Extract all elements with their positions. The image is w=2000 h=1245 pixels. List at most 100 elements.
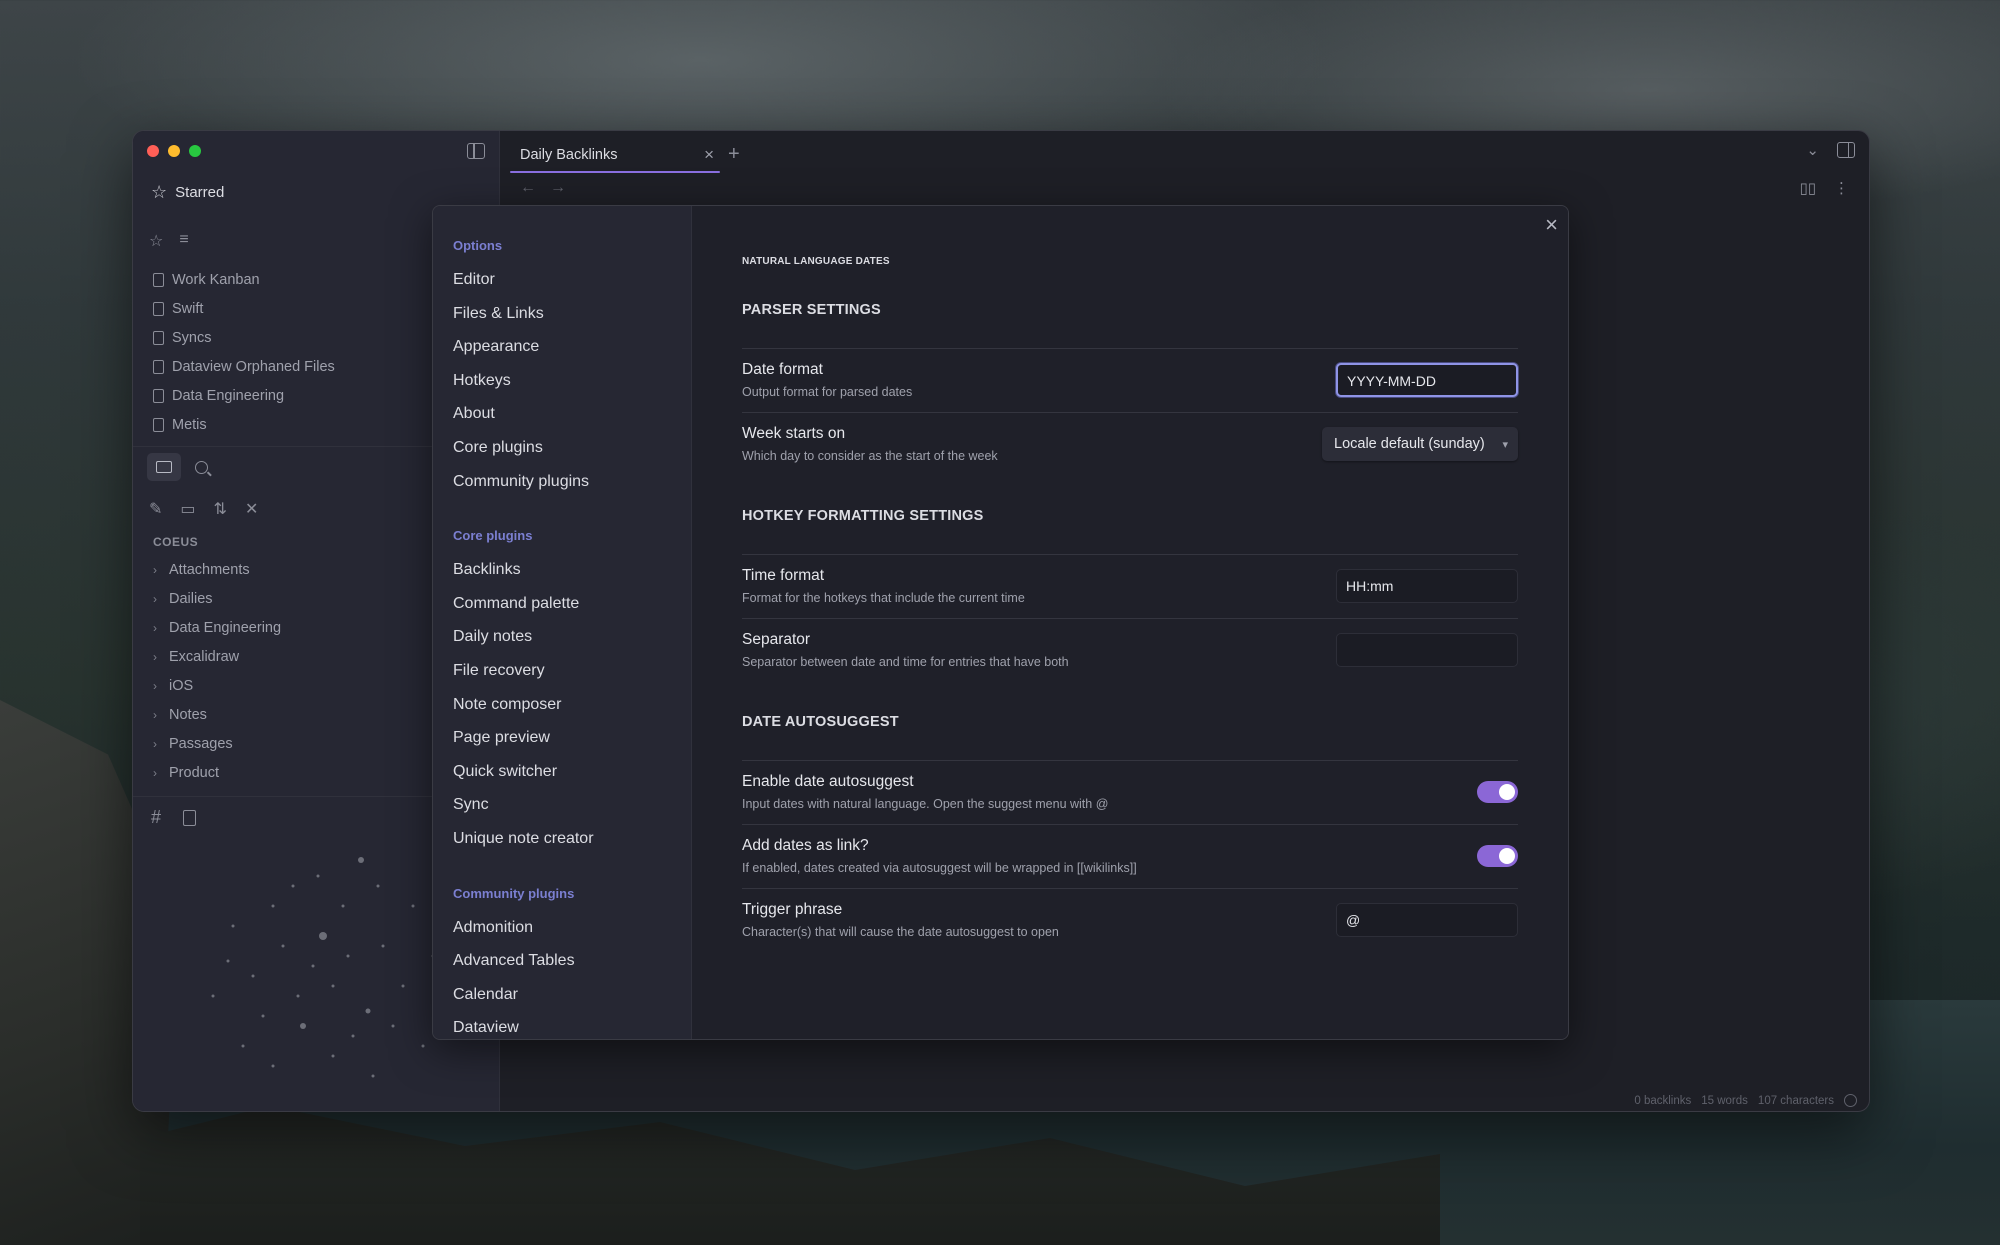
setting-description: Output format for parsed dates: [742, 385, 913, 399]
zoom-window-button[interactable]: [189, 145, 201, 157]
dates-as-link-toggle[interactable]: [1477, 845, 1518, 867]
new-folder-icon[interactable]: ▭: [180, 499, 195, 519]
setting-time-format: Time format Format for the hotkeys that …: [742, 554, 1518, 618]
view-actions: ▯▯ ⋮: [1799, 179, 1849, 197]
nav-item-sync[interactable]: Sync: [453, 788, 691, 822]
nav-item-editor[interactable]: Editor: [453, 263, 691, 297]
new-tab-icon[interactable]: +: [728, 143, 740, 166]
file-explorer-tab[interactable]: [147, 453, 181, 481]
close-modal-icon[interactable]: ×: [1545, 212, 1558, 238]
chevron-right-icon: ›: [153, 591, 157, 606]
setting-separator: Separator Separator between date and tim…: [742, 618, 1518, 682]
nav-item-community-plugins[interactable]: Community plugins: [453, 465, 691, 499]
nav-item-appearance[interactable]: Appearance: [453, 330, 691, 364]
nav-item-advanced-tables[interactable]: Advanced Tables: [453, 944, 691, 978]
star-outline-icon[interactable]: ☆: [149, 231, 163, 251]
folder-item[interactable]: › Notes: [153, 700, 281, 729]
starred-item[interactable]: Data Engineering: [153, 381, 335, 410]
week-start-select[interactable]: Locale default (sunday) ▾: [1322, 427, 1518, 461]
nav-item-daily-notes[interactable]: Daily notes: [453, 620, 691, 654]
nav-item-unique-note-creator[interactable]: Unique note creator: [453, 822, 691, 856]
setting-description: Format for the hotkeys that include the …: [742, 591, 1025, 605]
nav-item-hotkeys[interactable]: Hotkeys: [453, 364, 691, 398]
tags-icon[interactable]: #: [151, 807, 161, 828]
tab-daily-backlinks[interactable]: Daily Backlinks ×: [510, 139, 720, 173]
chevron-right-icon: ›: [153, 562, 157, 577]
minimize-window-button[interactable]: [168, 145, 180, 157]
setting-name: Separator: [742, 631, 811, 648]
date-format-input[interactable]: YYYY-MM-DD: [1336, 363, 1518, 397]
chevron-right-icon: ›: [153, 707, 157, 722]
setting-name: Trigger phrase: [742, 901, 843, 918]
reading-view-icon[interactable]: ▯▯: [1799, 179, 1816, 197]
more-options-icon[interactable]: ⋮: [1834, 179, 1849, 197]
close-tab-icon[interactable]: ×: [704, 145, 714, 165]
sync-status-icon[interactable]: [1844, 1094, 1857, 1107]
character-count: 107 characters: [1757, 1094, 1834, 1107]
setting-name: Week starts on: [742, 425, 846, 442]
nav-item-calendar[interactable]: Calendar: [453, 978, 691, 1012]
navigation-arrows: ← →: [520, 179, 566, 197]
sidebar-toggle-icon[interactable]: [467, 143, 485, 159]
chevron-right-icon: ›: [153, 620, 157, 635]
right-sidebar-toggle-icon[interactable]: [1837, 142, 1855, 158]
status-bar: 0 backlinks 15 words 107 characters: [1634, 1094, 1857, 1107]
folder-list: › Attachments › Dailies › Data Engineering …: [153, 555, 281, 787]
starred-header[interactable]: ☆ Starred: [151, 183, 224, 201]
chevron-right-icon: ›: [153, 678, 157, 693]
chevron-right-icon: ›: [153, 736, 157, 751]
nav-item-note-composer[interactable]: Note composer: [453, 688, 691, 722]
folder-item[interactable]: › iOS: [153, 671, 281, 700]
starred-item[interactable]: Dataview Orphaned Files: [153, 352, 335, 381]
folder-item[interactable]: › Dailies: [153, 584, 281, 613]
setting-trigger-phrase: Trigger phrase Character(s) that will ca…: [742, 888, 1518, 952]
new-note-icon[interactable]: ✎: [149, 499, 162, 519]
starred-item[interactable]: Metis: [153, 410, 335, 439]
file-icon: [153, 417, 164, 432]
separator-input[interactable]: [1336, 633, 1518, 667]
setting-dates-as-link: Add dates as link? If enabled, dates cre…: [742, 824, 1518, 888]
trigger-phrase-input[interactable]: @: [1336, 903, 1518, 937]
section-heading-autosuggest: DATE AUTOSUGGEST: [742, 714, 899, 730]
folder-item[interactable]: › Data Engineering: [153, 613, 281, 642]
file-icon: [153, 272, 164, 287]
chevron-down-icon[interactable]: ⌄: [1806, 141, 1819, 159]
time-format-input[interactable]: HH:mm: [1336, 569, 1518, 603]
window-controls: [147, 145, 201, 157]
starred-item[interactable]: Work Kanban: [153, 265, 335, 294]
backlinks-count[interactable]: 0 backlinks: [1634, 1095, 1691, 1107]
nav-item-backlinks[interactable]: Backlinks: [453, 553, 691, 587]
setting-date-format: Date format Output format for parsed dat…: [742, 348, 1518, 412]
vault-name: COEUS: [153, 535, 199, 549]
forward-arrow-icon[interactable]: →: [550, 179, 566, 197]
nav-item-about[interactable]: About: [453, 397, 691, 431]
starred-label: Starred: [175, 183, 225, 201]
nav-item-quick-switcher[interactable]: Quick switcher: [453, 755, 691, 789]
nav-item-admonition[interactable]: Admonition: [453, 911, 691, 945]
folder-item[interactable]: › Product: [153, 758, 281, 787]
folder-item[interactable]: › Excalidraw: [153, 642, 281, 671]
back-arrow-icon[interactable]: ←: [520, 179, 536, 197]
nav-item-dataview[interactable]: Dataview: [453, 1011, 691, 1039]
starred-item[interactable]: Swift: [153, 294, 335, 323]
nav-item-command-palette[interactable]: Command palette: [453, 587, 691, 621]
core-plugins-group-title: Core plugins: [453, 528, 533, 544]
collapse-all-icon[interactable]: ✕: [245, 499, 258, 519]
search-icon[interactable]: [195, 460, 208, 474]
sort-icon[interactable]: ⇅: [214, 499, 227, 519]
nav-item-core-plugins[interactable]: Core plugins: [453, 431, 691, 465]
nav-item-page-preview[interactable]: Page preview: [453, 721, 691, 755]
close-window-button[interactable]: [147, 145, 159, 157]
nav-item-file-recovery[interactable]: File recovery: [453, 654, 691, 688]
enable-autosuggest-toggle[interactable]: [1477, 781, 1518, 803]
explorer-actions: ✎ ▭ ⇅ ✕: [149, 499, 258, 519]
nav-item-files-links[interactable]: Files & Links: [453, 297, 691, 331]
graph-view[interactable]: [173, 846, 473, 1096]
setting-enable-autosuggest: Enable date autosuggest Input dates with…: [742, 760, 1518, 824]
file-icon[interactable]: [183, 809, 197, 826]
folder-item[interactable]: › Passages: [153, 729, 281, 758]
starred-item[interactable]: Syncs: [153, 323, 335, 352]
folder-item[interactable]: › Attachments: [153, 555, 281, 584]
list-sort-icon[interactable]: ≡: [179, 231, 188, 251]
starred-actions: ☆ ≡: [149, 231, 189, 251]
